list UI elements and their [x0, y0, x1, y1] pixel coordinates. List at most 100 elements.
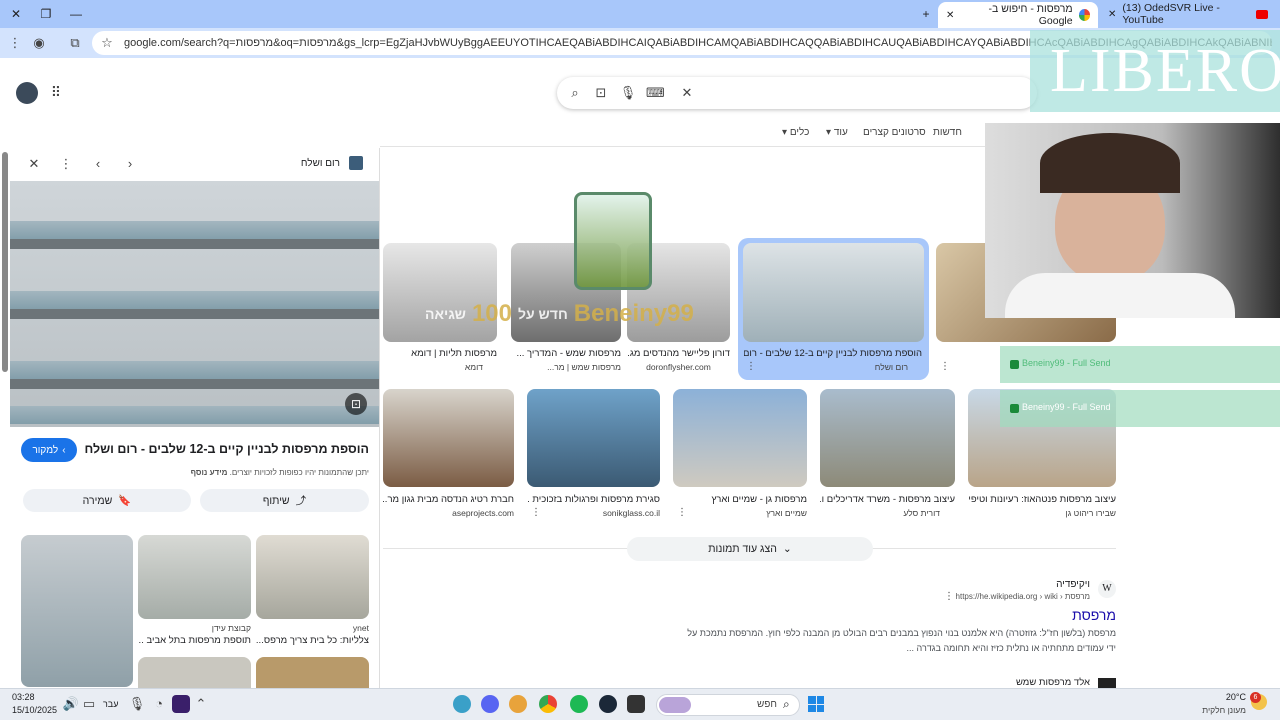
sponsor-logo: LIBERO: [1050, 37, 1280, 105]
onenote-icon[interactable]: [172, 695, 190, 713]
streamer-webcam: [985, 123, 1280, 318]
tab-youtube[interactable]: (13) OdedSVR Live - YouTube ✕: [1100, 2, 1276, 26]
tab-tools[interactable]: כלים ▾: [782, 127, 809, 138]
result-source: aseprojects.com: [452, 508, 514, 518]
more-options-icon[interactable]: ⋮: [944, 591, 954, 602]
extensions-icon[interactable]: ⧉: [66, 34, 84, 52]
app-icon[interactable]: [509, 695, 527, 713]
clock-date[interactable]: 15/10/2025: [12, 705, 57, 715]
file-explorer-icon[interactable]: [627, 695, 645, 713]
result-source: דורית סלע: [903, 508, 940, 518]
minimize-window-icon[interactable]: —: [68, 6, 84, 22]
copyright-text: יתכן שהתמונות יהיו כפופות לזכויות יוצרים…: [229, 468, 369, 477]
related-image[interactable]: [256, 535, 369, 619]
windows-start-icon[interactable]: [808, 696, 824, 712]
result-caption[interactable]: סגירת מרפסות ופרגולות בזכוכית ...: [527, 494, 660, 505]
related-caption[interactable]: צלליות: כל בית צריך מרפס...: [256, 635, 369, 646]
related-image[interactable]: [256, 657, 369, 688]
save-button[interactable]: שמירה 🔖: [23, 489, 191, 512]
lens-icon[interactable]: ⊡: [592, 84, 610, 102]
show-more-images-button[interactable]: הצג עוד תמונות ⌄: [627, 537, 873, 561]
bookmark-star-icon[interactable]: ☆: [98, 34, 116, 52]
lens-search-icon[interactable]: ⊡: [345, 393, 367, 415]
result-caption[interactable]: חברת רטיג הנדסה מבית גגון מר...: [383, 494, 514, 505]
chevron-right-icon[interactable]: ›: [121, 155, 139, 173]
next-result-title[interactable]: אלד מרפסות שמש: [960, 677, 1090, 688]
microphone-icon[interactable]: 🎙: [128, 695, 146, 713]
chrome-icon[interactable]: [539, 695, 557, 713]
result-caption[interactable]: מרפסות שמש - המדריך ...: [511, 348, 621, 359]
more-options-icon[interactable]: ⋮: [940, 361, 950, 372]
tab-more[interactable]: עוד ▾: [826, 127, 848, 138]
wiki-url[interactable]: https://he.wikipedia.org › wiki › מרפסת: [950, 592, 1090, 601]
result-caption[interactable]: הוספת מרפסות לבניין קיים ב-12 שלבים - רו…: [744, 348, 922, 359]
menu-icon[interactable]: ⋮: [6, 34, 24, 52]
visit-button-label: למקור: [32, 444, 59, 456]
new-tab-icon[interactable]: +: [918, 6, 934, 22]
more-options-icon[interactable]: ⋮: [57, 155, 75, 173]
result-source: sonikglass.co.il: [602, 508, 660, 518]
weather-temp[interactable]: 20°C: [1190, 692, 1246, 702]
related-source: קבוצת עידן: [211, 623, 251, 633]
kick-icon: [1010, 404, 1019, 413]
close-tab-icon[interactable]: ✕: [946, 10, 954, 21]
weather-desc[interactable]: מעונן חלקית: [1190, 705, 1246, 715]
taskbar-search-input[interactable]: חפש ⌕: [656, 694, 800, 716]
share-button[interactable]: שיתוף ⤴: [200, 489, 369, 512]
steam-icon[interactable]: [599, 695, 617, 713]
avatar[interactable]: [16, 82, 38, 104]
preview-image[interactable]: ⊡: [10, 181, 379, 427]
result-caption[interactable]: עיצוב מרפסות פנטהאוז: רעיונות וטיפי...: [968, 494, 1116, 505]
result-caption[interactable]: מרפסות גן - שמיים וארץ: [673, 494, 807, 505]
visit-button[interactable]: למקור ‹: [21, 438, 77, 462]
more-options-icon[interactable]: ⋮: [677, 507, 687, 518]
microphone-icon[interactable]: 🎙: [619, 84, 637, 102]
search-icon[interactable]: ⌕: [566, 84, 584, 102]
chevron-up-icon[interactable]: ⌃: [192, 695, 210, 713]
result-image[interactable]: [383, 389, 514, 487]
result-source: doronflysher.com: [646, 362, 711, 372]
tray-app-icon[interactable]: ◔: [150, 695, 168, 713]
apps-grid-icon[interactable]: ⠿: [47, 83, 65, 101]
keyboard-icon[interactable]: ⌨: [646, 84, 665, 102]
close-window-icon[interactable]: ✕: [8, 6, 24, 22]
language-indicator[interactable]: עבר: [103, 699, 118, 709]
search-highlight-icon: [659, 697, 691, 713]
tab-news[interactable]: חדשות: [933, 127, 962, 138]
app-icon[interactable]: [453, 695, 471, 713]
close-tab-icon[interactable]: ✕: [1108, 9, 1116, 20]
more-options-icon[interactable]: ⋮: [531, 507, 541, 518]
clear-search-icon[interactable]: ✕: [678, 84, 696, 102]
related-image[interactable]: [138, 657, 251, 688]
related-image[interactable]: [138, 535, 251, 619]
wiki-title[interactable]: מרפסת: [1000, 607, 1116, 623]
result-image[interactable]: [527, 389, 660, 487]
result-caption[interactable]: מרפסות תליות | דומא: [383, 348, 497, 359]
chevron-left-icon[interactable]: ‹: [89, 155, 107, 173]
preview-title[interactable]: הוספת מרפסות לבניין קיים ב-12 שלבים - רו…: [84, 442, 369, 456]
panel-scrollbar[interactable]: [2, 152, 8, 372]
wiki-site-name[interactable]: ויקיפדיה: [990, 579, 1090, 590]
result-image[interactable]: [820, 389, 955, 487]
spotify-icon[interactable]: [570, 695, 588, 713]
tab-tools-label: כלים: [789, 127, 810, 138]
profile-icon[interactable]: ◉: [30, 34, 48, 52]
result-caption[interactable]: דורון פליישר מהנדסים מג...: [627, 348, 730, 359]
tab-google-search[interactable]: מרפסות - חיפוש ב-Google ✕: [938, 2, 1098, 28]
kick-icon: [1010, 360, 1019, 369]
copyright-note: יתכן שהתמונות יהיו כפופות לזכויות יוצרים…: [30, 468, 369, 477]
result-image[interactable]: [673, 389, 807, 487]
wikipedia-favicon-icon: W: [1098, 580, 1116, 598]
learn-more-link[interactable]: מידע נוסף: [191, 468, 228, 477]
related-image[interactable]: [21, 535, 133, 687]
restore-window-icon[interactable]: ❐: [38, 6, 54, 22]
network-icon[interactable]: ▭: [80, 695, 98, 713]
tab-shorts[interactable]: סרטונים קצרים: [863, 127, 926, 138]
discord-icon[interactable]: [481, 695, 499, 713]
volume-icon[interactable]: 🔊: [62, 695, 80, 713]
result-caption[interactable]: עיצוב מרפסות - משרד אדריכלים ו...: [820, 494, 955, 505]
clock-time[interactable]: 03:28: [12, 692, 35, 702]
close-icon[interactable]: ✕: [25, 155, 43, 173]
related-caption[interactable]: תוספת מרפסות בתל אביב ...: [138, 635, 251, 646]
more-options-icon[interactable]: ⋮: [746, 361, 756, 372]
